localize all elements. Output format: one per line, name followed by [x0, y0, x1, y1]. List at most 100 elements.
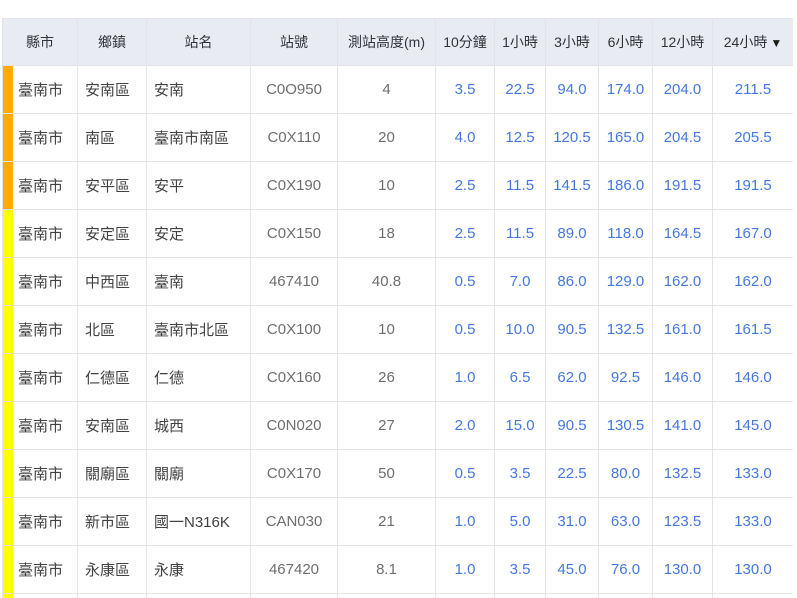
cell-station_id: C0X110 — [251, 114, 338, 162]
sort-desc-icon: ▼ — [770, 36, 782, 50]
cell-value: 臺南市 — [18, 322, 63, 339]
cell-value: 18 — [378, 225, 395, 242]
cell-value: 臺南 — [154, 274, 184, 291]
cell-town: 中西區 — [78, 258, 147, 306]
column-header-height[interactable]: 測站高度(m) — [338, 19, 436, 66]
cell-height: 18 — [338, 210, 436, 258]
table-row: 臺南市永康區永康4674208.11.03.545.076.0130.0130.… — [3, 546, 794, 594]
cell-value: 12.5 — [505, 129, 534, 146]
cell-value: 6.5 — [510, 369, 531, 386]
cell-value: 145.0 — [734, 417, 772, 434]
cell-value: 臺南市 — [18, 418, 63, 435]
cell-value: C0X100 — [267, 321, 321, 338]
column-label: 1小時 — [502, 34, 538, 50]
header-row: 縣市鄉鎮站名站號測站高度(m)10分鐘1小時3小時6小時12小時24小時▼ — [3, 19, 794, 66]
cell-r3h: 22.5 — [546, 450, 599, 498]
cell-value: 臺南市 — [18, 514, 63, 531]
cell-value: 90.5 — [557, 321, 586, 338]
column-header-r24h[interactable]: 24小時▼ — [713, 19, 794, 66]
cell-value: 5.0 — [510, 513, 531, 530]
cell-value: 467410 — [269, 273, 319, 290]
column-header-r6h[interactable]: 6小時 — [599, 19, 653, 66]
cell-value: C0X170 — [267, 465, 321, 482]
rain-level-indicator — [3, 210, 13, 257]
column-header-r1h[interactable]: 1小時 — [495, 19, 546, 66]
column-header-town[interactable]: 鄉鎮 — [78, 19, 147, 66]
cell-station_id: C0X190 — [251, 162, 338, 210]
cell-value: 167.0 — [734, 225, 772, 242]
column-header-station[interactable]: 站名 — [147, 19, 251, 66]
rain-level-indicator — [3, 306, 13, 353]
cell-r3h: 94.0 — [546, 66, 599, 114]
cell-value: 安南 — [154, 82, 184, 99]
cell-value: 永康 — [154, 562, 184, 579]
cell-r3h: 89.0 — [546, 210, 599, 258]
cell-empty — [436, 594, 495, 598]
table-row: 臺南市新市區國一N316KCAN030211.05.031.063.0123.5… — [3, 498, 794, 546]
cell-value: 133.0 — [734, 465, 772, 482]
column-header-station_id[interactable]: 站號 — [251, 19, 338, 66]
cell-empty — [78, 594, 147, 598]
cell-r24h: 162.0 — [713, 258, 794, 306]
cell-value: 8.1 — [376, 561, 397, 578]
cell-value: 安定區 — [85, 226, 130, 243]
cell-r6h: 130.5 — [599, 402, 653, 450]
column-header-r12h[interactable]: 12小時 — [653, 19, 713, 66]
cell-r10m: 2.5 — [436, 162, 495, 210]
table-row: 臺南市安南區安南C0O95043.522.594.0174.0204.0211.… — [3, 66, 794, 114]
cell-value: 0.5 — [455, 465, 476, 482]
cell-value: 0.5 — [455, 321, 476, 338]
cell-county: 臺南市 — [3, 306, 78, 354]
cell-county: 臺南市 — [3, 546, 78, 594]
cell-value: 205.5 — [734, 129, 772, 146]
cell-value: 130.5 — [607, 417, 645, 434]
cell-value: C0X160 — [267, 369, 321, 386]
table-row-partial — [3, 594, 794, 598]
cell-value: 臺南市 — [18, 562, 63, 579]
table-row: 臺南市仁德區仁德C0X160261.06.562.092.5146.0146.0 — [3, 354, 794, 402]
cell-value: 146.0 — [664, 369, 702, 386]
cell-r6h: 132.5 — [599, 306, 653, 354]
cell-county: 臺南市 — [3, 354, 78, 402]
column-header-r10m[interactable]: 10分鐘 — [436, 19, 495, 66]
cell-town: 北區 — [78, 306, 147, 354]
cell-r10m: 3.5 — [436, 66, 495, 114]
table-row: 臺南市關廟區關廟C0X170500.53.522.580.0132.5133.0 — [3, 450, 794, 498]
cell-r3h: 90.5 — [546, 306, 599, 354]
cell-height: 50 — [338, 450, 436, 498]
cell-station_id: C0X150 — [251, 210, 338, 258]
cell-value: 4 — [382, 81, 390, 98]
cell-r1h: 3.5 — [495, 450, 546, 498]
cell-value: 3.5 — [455, 81, 476, 98]
cell-value: 臺南市 — [18, 226, 63, 243]
column-header-county[interactable]: 縣市 — [3, 19, 78, 66]
cell-value: 165.0 — [607, 129, 645, 146]
column-label: 站名 — [185, 34, 213, 50]
column-header-r3h[interactable]: 3小時 — [546, 19, 599, 66]
cell-r24h: 211.5 — [713, 66, 794, 114]
cell-empty — [546, 594, 599, 598]
cell-r3h: 120.5 — [546, 114, 599, 162]
cell-value: 21 — [378, 513, 395, 530]
cell-r24h: 205.5 — [713, 114, 794, 162]
cell-r1h: 12.5 — [495, 114, 546, 162]
cell-value: 146.0 — [734, 369, 772, 386]
column-label: 24小時 — [724, 34, 768, 50]
rainfall-table-container: 縣市鄉鎮站名站號測站高度(m)10分鐘1小時3小時6小時12小時24小時▼ 臺南… — [2, 18, 793, 598]
rain-level-indicator — [3, 546, 13, 593]
cell-r10m: 0.5 — [436, 450, 495, 498]
cell-r3h: 141.5 — [546, 162, 599, 210]
cell-r24h: 145.0 — [713, 402, 794, 450]
table-header: 縣市鄉鎮站名站號測站高度(m)10分鐘1小時3小時6小時12小時24小時▼ — [3, 19, 794, 66]
cell-r12h: 146.0 — [653, 354, 713, 402]
cell-value: 中西區 — [85, 274, 130, 291]
table-row: 臺南市中西區臺南46741040.80.57.086.0129.0162.016… — [3, 258, 794, 306]
cell-station_id: CAN030 — [251, 498, 338, 546]
cell-value: 2.0 — [455, 417, 476, 434]
cell-value: 89.0 — [557, 225, 586, 242]
cell-value: 臺南市 — [18, 178, 63, 195]
cell-value: 123.5 — [664, 513, 702, 530]
cell-value: 141.5 — [553, 177, 591, 194]
cell-town: 關廟區 — [78, 450, 147, 498]
cell-station_id: 467420 — [251, 546, 338, 594]
